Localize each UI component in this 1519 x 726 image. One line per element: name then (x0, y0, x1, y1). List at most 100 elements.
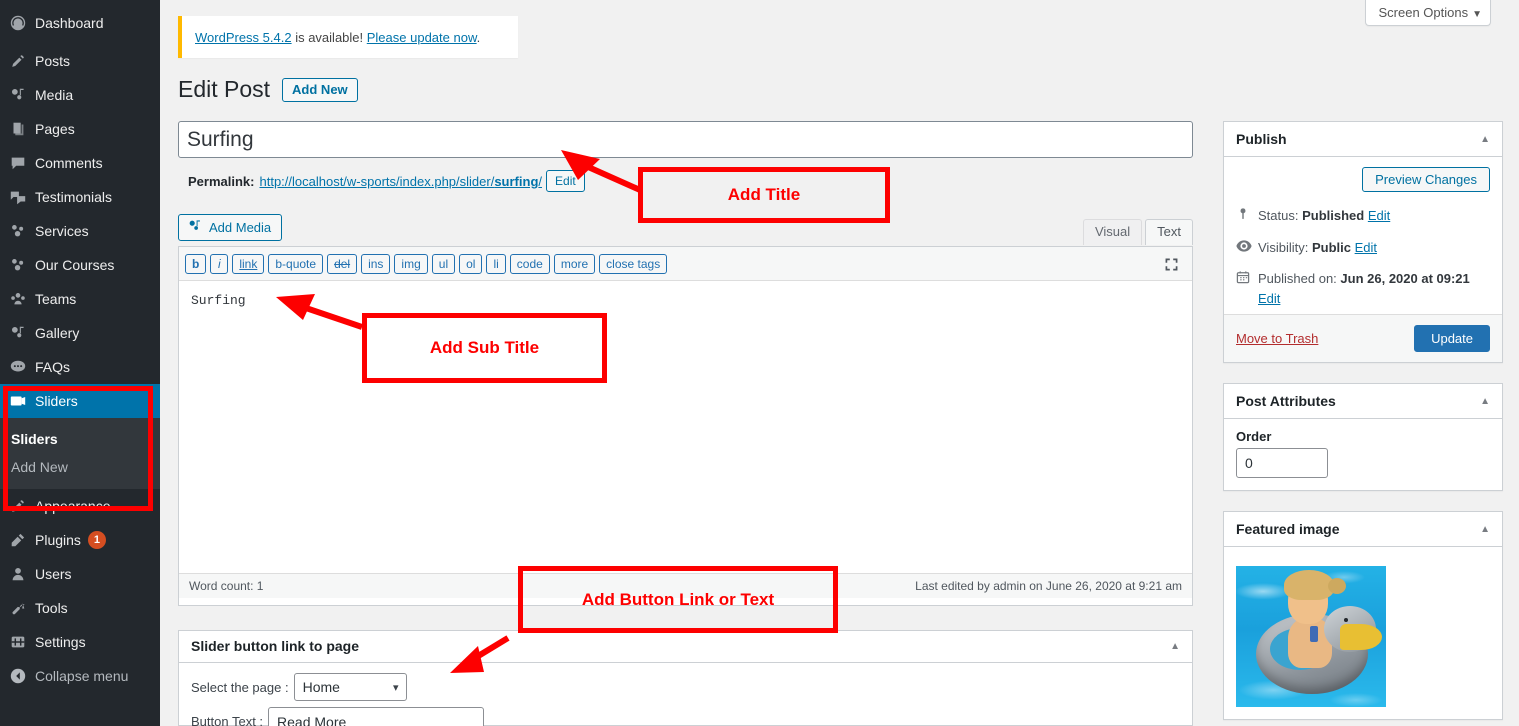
featured-image-title: Featured image (1236, 521, 1340, 537)
update-button[interactable]: Update (1414, 325, 1490, 352)
chevron-up-icon[interactable]: ▲ (1480, 396, 1490, 407)
select-page-dropdown[interactable]: Home (293, 673, 407, 701)
quicktag-code[interactable]: code (509, 253, 550, 274)
status-row: Status: Published Edit (1236, 200, 1490, 232)
quicktag-li[interactable]: li (486, 253, 506, 274)
publish-box-header: Publish ▲ (1224, 122, 1502, 157)
sidebar-submenu-item-add-new[interactable]: Add New (0, 453, 160, 481)
chevron-up-icon[interactable]: ▲ (1170, 641, 1180, 652)
post-attributes-body: Order (1224, 419, 1502, 490)
quicktag-i[interactable]: i (210, 253, 229, 274)
quicktag-ol[interactable]: ol (459, 253, 483, 274)
sidebar-item-collapse-menu[interactable]: Collapse menu (0, 659, 160, 693)
published-edit-link[interactable]: Edit (1258, 291, 1280, 306)
featured-image-header: Featured image ▲ (1224, 512, 1502, 547)
sidebar-item-settings[interactable]: Settings (0, 625, 160, 659)
sidebar-item-label: Testimonials (35, 189, 113, 205)
sidebar-item-testimonials[interactable]: Testimonials (0, 180, 160, 214)
tab-text[interactable]: Text (1145, 219, 1193, 245)
sidebar-item-dashboard[interactable]: Dashboard (0, 6, 160, 40)
title-input[interactable] (178, 121, 1193, 158)
calendar-icon (1236, 269, 1258, 284)
quicktag-del[interactable]: del (327, 253, 358, 274)
content-editor: b i link b-quote del ins img ul ol li co… (178, 246, 1193, 606)
settings-icon (9, 632, 35, 652)
sidebar-item-label: Gallery (35, 325, 80, 341)
sidebar-item-faqs[interactable]: FAQs (0, 350, 160, 384)
status-edit-link[interactable]: Edit (1368, 208, 1390, 223)
sidebar-item-label: Our Courses (35, 257, 115, 273)
order-label: Order (1236, 429, 1272, 444)
faq-icon (9, 357, 35, 377)
quicktag-b-quote[interactable]: b-quote (268, 253, 324, 274)
quicktag-ins[interactable]: ins (361, 253, 391, 274)
edit-permalink-button[interactable]: Edit (546, 170, 585, 192)
button-text-input[interactable] (268, 707, 485, 726)
sidebar-item-label: Dashboard (35, 15, 104, 31)
screen-options-button[interactable]: Screen Options ▼ (1365, 0, 1491, 26)
sidebar-submenu-item-sliders[interactable]: Sliders (0, 425, 160, 453)
sidebar-item-plugins[interactable]: Plugins 1 (0, 523, 160, 557)
screen-options-label: Screen Options (1378, 5, 1469, 20)
slider-metabox-header: Slider button link to page ▲ (179, 631, 1192, 663)
quicktags-toolbar: b i link b-quote del ins img ul ol li co… (179, 247, 1192, 281)
sidebar-item-services[interactable]: Services (0, 214, 160, 248)
page-title: Edit Post (178, 76, 271, 102)
sidebar-item-teams[interactable]: Teams (0, 282, 160, 316)
publish-box-body: Preview Changes Status: Published Edit V… (1224, 157, 1502, 314)
sidebar-item-media[interactable]: Media (0, 78, 160, 112)
update-now-link[interactable]: Please update now (367, 30, 477, 45)
slider-metabox-body: Select the page : Home ▾ Button Text : (179, 663, 1192, 726)
slider-button-metabox: Slider button link to page ▲ Select the … (178, 630, 1193, 726)
plugins-update-badge: 1 (87, 531, 106, 549)
sidebar-item-our-courses[interactable]: Our Courses (0, 248, 160, 282)
comment-icon (9, 153, 35, 173)
sidebar-item-pages[interactable]: Pages (0, 112, 160, 146)
sidebar-item-label: Settings (35, 634, 86, 650)
media-icon (187, 218, 209, 237)
quicktag-close-tags[interactable]: close tags (599, 253, 668, 274)
quicktag-img[interactable]: img (394, 253, 428, 274)
sidebar-item-posts[interactable]: Posts (0, 44, 160, 78)
chevron-up-icon[interactable]: ▲ (1480, 134, 1490, 145)
move-to-trash-link[interactable]: Move to Trash (1236, 331, 1318, 346)
quicktag-more[interactable]: more (553, 253, 596, 274)
sidebar-submenu-sliders: Sliders Add New (0, 418, 160, 489)
wordpress-version-link[interactable]: WordPress 5.4.2 (195, 30, 292, 45)
sidebar-item-sliders[interactable]: Sliders (0, 384, 160, 418)
add-new-button[interactable]: Add New (282, 77, 358, 102)
sidebar-item-tools[interactable]: Tools (0, 591, 160, 625)
visibility-row: Visibility: Public Edit (1236, 232, 1490, 264)
fullscreen-icon[interactable] (1163, 256, 1180, 276)
add-media-button[interactable]: Add Media (178, 214, 283, 241)
visibility-edit-link[interactable]: Edit (1355, 240, 1377, 255)
sidebar-item-gallery[interactable]: Gallery (0, 316, 160, 350)
chevron-down-icon: ▼ (1472, 9, 1482, 20)
quicktag-b[interactable]: b (185, 253, 207, 274)
post-attributes-header: Post Attributes ▲ (1224, 384, 1502, 419)
permalink-prefix: http://localhost/w-sports/index.php/slid… (259, 173, 495, 189)
tab-visual[interactable]: Visual (1082, 219, 1143, 245)
editor-mode-tabs: Visual Text (1080, 219, 1193, 245)
permalink-link[interactable]: http://localhost/w-sports/index.php/slid… (259, 174, 542, 189)
quicktag-link[interactable]: link (232, 253, 265, 274)
sidebar-item-users[interactable]: Users (0, 557, 160, 591)
publish-box-title: Publish (1236, 131, 1287, 147)
add-media-label: Add Media (209, 220, 272, 235)
content-textarea[interactable]: Surfing (179, 281, 1192, 573)
quicktag-ul[interactable]: ul (431, 253, 456, 274)
button-text-row: Button Text : (191, 707, 1180, 726)
notice-period: . (476, 29, 481, 45)
sidebar-item-label: Plugins (35, 532, 81, 548)
testimonials-icon (9, 187, 35, 207)
preview-changes-button[interactable]: Preview Changes (1362, 167, 1490, 192)
order-input[interactable] (1236, 448, 1328, 478)
sidebar-item-appearance[interactable]: Appearance (0, 489, 160, 523)
chevron-up-icon[interactable]: ▲ (1480, 524, 1490, 535)
sidebar-item-label: Collapse menu (35, 668, 129, 684)
visibility-value: Public (1311, 239, 1351, 255)
select-page-label: Select the page : (191, 679, 289, 695)
select-page-row: Select the page : Home ▾ (191, 673, 1180, 701)
sidebar-item-comments[interactable]: Comments (0, 146, 160, 180)
featured-image-thumbnail[interactable] (1236, 566, 1386, 707)
